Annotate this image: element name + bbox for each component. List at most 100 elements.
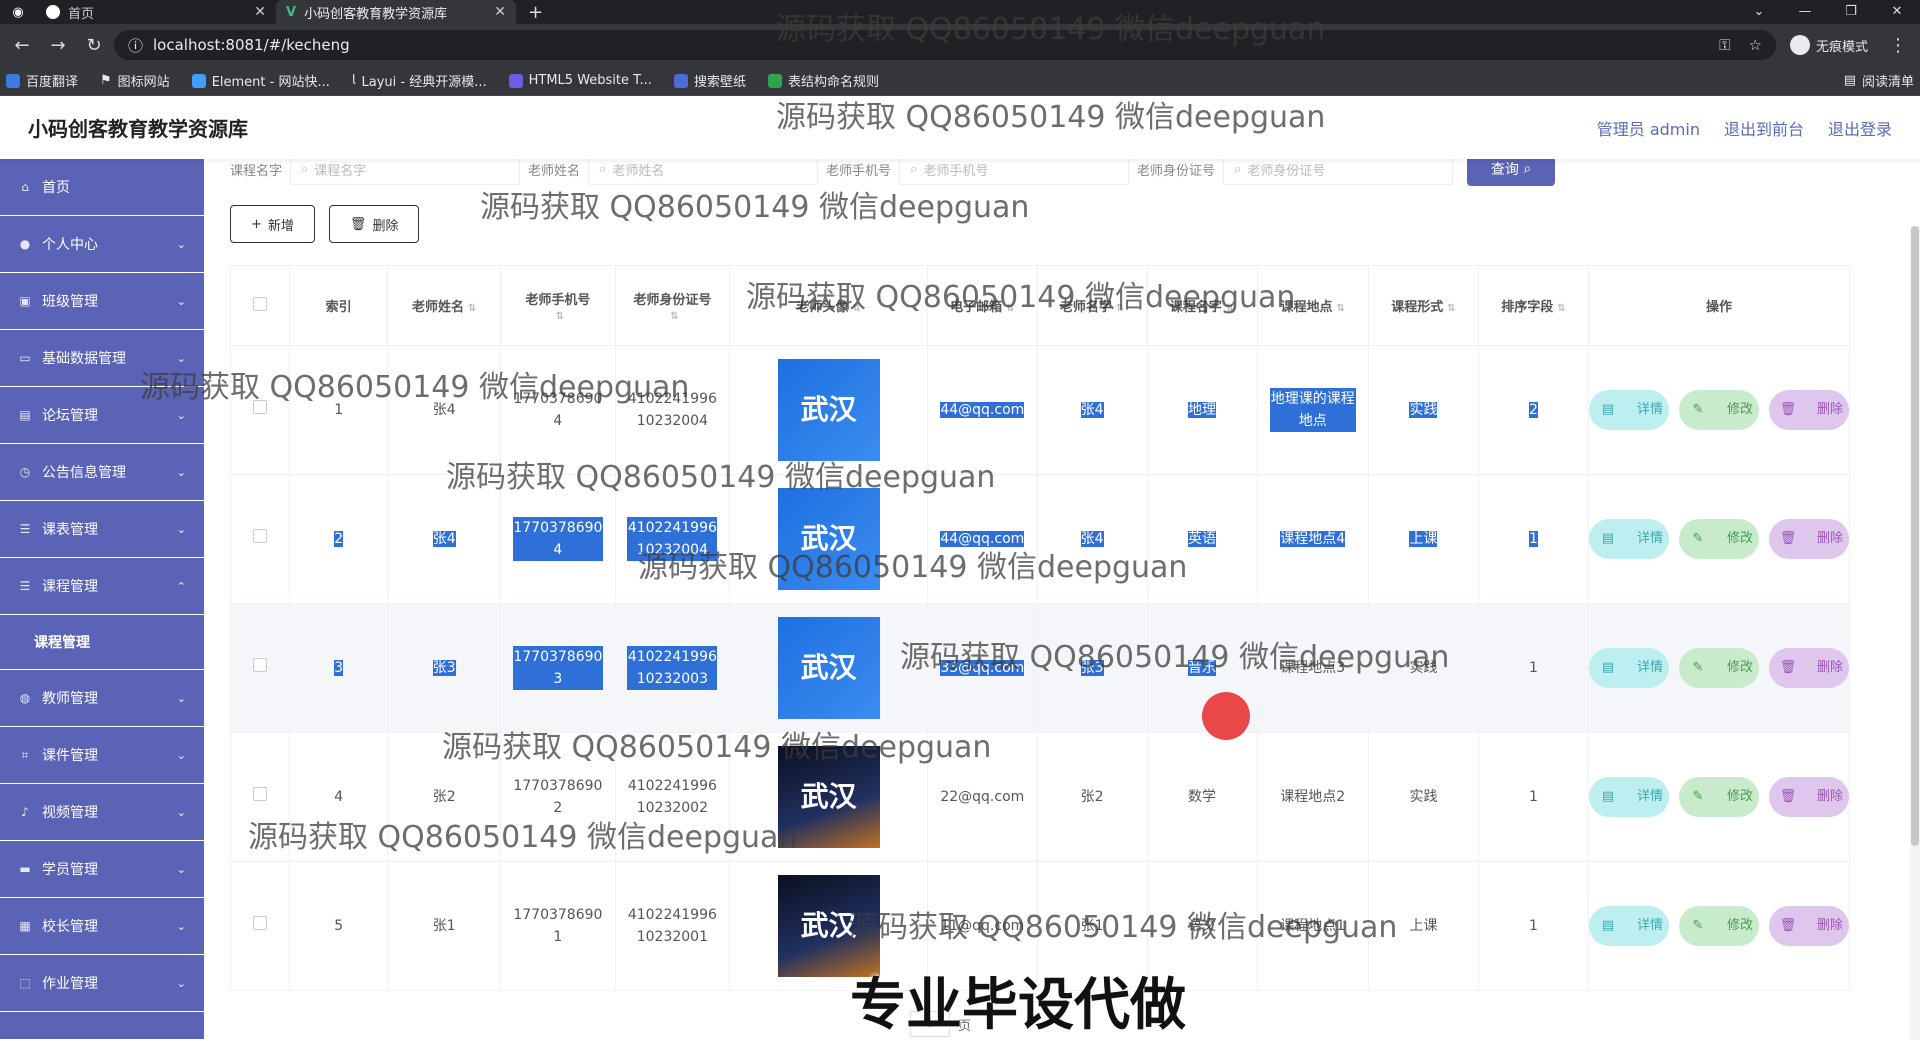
detail-button[interactable]: ▤ 详情 <box>1589 777 1669 817</box>
col-sort[interactable]: 排序字段 ⇅ <box>1477 265 1590 346</box>
row-checkbox[interactable] <box>253 787 268 801</box>
edit-button[interactable]: ✎ 修改 <box>1679 906 1759 946</box>
sort-icon[interactable]: ⇅ <box>1447 303 1455 314</box>
sort-icon[interactable]: ⇅ <box>1337 303 1345 314</box>
bookmark-item[interactable]: 搜索壁纸 <box>673 71 746 90</box>
reading-list[interactable]: ▤ 阅读清单 <box>1844 71 1914 90</box>
col-form[interactable]: 课程形式 ⇅ <box>1367 265 1479 346</box>
forward-icon[interactable]: → <box>42 35 74 56</box>
edit-button[interactable]: ✎ 修改 <box>1679 648 1759 688</box>
sidebar-item-student[interactable]: ▬ 学员管理 ⌄ <box>0 841 204 898</box>
sidebar-item-course[interactable]: ☰ 课程管理 ⌃ <box>0 558 204 615</box>
sort-icon[interactable]: ⇅ <box>1557 303 1565 314</box>
kebab-menu-icon[interactable]: ⋮ <box>1882 35 1914 56</box>
search-input-teacher[interactable]: ⌕ 老师姓名 <box>588 159 819 185</box>
edit-button[interactable]: ✎ 修改 <box>1679 390 1759 430</box>
sidebar-item-forum[interactable]: ▤ 论坛管理 ⌄ <box>0 387 204 444</box>
bookmark-item[interactable]: ⚑ 图标网站 <box>100 71 170 90</box>
star-icon[interactable]: ☆ <box>1749 36 1762 54</box>
delete-button[interactable]: 🗑 删除 <box>1769 648 1849 688</box>
restore-icon[interactable]: ❐ <box>1828 0 1874 24</box>
edit-button[interactable]: ✎ 修改 <box>1679 519 1759 559</box>
row-select[interactable] <box>229 345 291 475</box>
sidebar-item-home[interactable]: ⌂ 首页 <box>0 159 204 216</box>
browser-tab-active[interactable]: V 小码创客教育教学资源库 ✕ <box>276 0 516 24</box>
bookmark-item[interactable]: Element - 网站快... <box>191 71 330 90</box>
front-link[interactable]: 退出到前台 <box>1724 116 1804 140</box>
delete-button[interactable]: 🗑 删除 <box>1769 906 1849 946</box>
sidebar-item-principal[interactable]: ▦ 校长管理 ⌄ <box>0 898 204 955</box>
incognito-indicator[interactable]: 无痕模式 <box>1780 35 1878 55</box>
delete-button[interactable]: 🗑 删除 <box>1769 390 1849 430</box>
sidebar-item-homework[interactable]: ⬚ 作业管理 ⌄ <box>0 955 204 1012</box>
sidebar-item-courseware[interactable]: ⌗ 课件管理 ⌄ <box>0 727 204 784</box>
detail-button[interactable]: ▤ 详情 <box>1589 519 1669 559</box>
browser-menu-icon[interactable]: ◉ <box>0 5 36 20</box>
sort-icon[interactable]: ⇅ <box>1116 303 1124 314</box>
row-select[interactable] <box>229 474 291 604</box>
col-avatar[interactable]: 老师头像 ⇅ <box>729 265 929 346</box>
col-teacher-name2[interactable]: 老师名字 ⇅ <box>1036 265 1148 346</box>
sort-icon[interactable]: ⇅ <box>670 311 678 322</box>
edit-button[interactable]: ✎ 修改 <box>1679 777 1759 817</box>
page-scrollbar[interactable] <box>1910 226 1920 1040</box>
close-window-icon[interactable]: ✕ <box>1874 0 1920 24</box>
search-input-phone[interactable]: ⌕ 老师手机号 <box>899 159 1130 185</box>
sort-icon[interactable]: ⇅ <box>1226 303 1234 314</box>
sidebar-item-class[interactable]: ▣ 班级管理 ⌄ <box>0 273 204 330</box>
new-tab-button[interactable]: + <box>516 2 555 23</box>
batch-delete-button[interactable]: 🗑 删除 <box>328 205 420 243</box>
row-select[interactable] <box>229 732 291 862</box>
search-input-course[interactable]: ⌕ 课程名字 <box>290 159 521 185</box>
row-checkbox[interactable] <box>253 658 268 672</box>
browser-tab-home[interactable]: 首页 ✕ <box>36 0 276 24</box>
detail-button[interactable]: ▤ 详情 <box>1589 390 1669 430</box>
row-checkbox[interactable] <box>253 529 268 543</box>
row-checkbox[interactable] <box>253 400 268 414</box>
col-place[interactable]: 课程地点 ⇅ <box>1256 265 1369 346</box>
minimize-icon[interactable]: — <box>1782 0 1828 24</box>
close-icon[interactable]: ✕ <box>254 4 266 20</box>
query-button[interactable]: 查询 ⌕ <box>1467 159 1556 186</box>
col-course[interactable]: 课程名字 ⇅ <box>1146 265 1258 346</box>
sidebar-item-schedule[interactable]: ☰ 课表管理 ⌄ <box>0 501 204 558</box>
sidebar-item-video[interactable]: ♪ 视频管理 ⌄ <box>0 784 204 841</box>
logout-link[interactable]: 退出登录 <box>1828 116 1892 140</box>
sort-icon[interactable]: ⇅ <box>556 311 564 322</box>
submenu-course-manage[interactable]: 课程管理 <box>0 615 204 670</box>
sort-icon[interactable]: ⇅ <box>468 303 476 314</box>
delete-button[interactable]: 🗑 删除 <box>1769 777 1849 817</box>
col-email[interactable]: 电子邮箱 ⇅ <box>927 265 1038 346</box>
col-idcard[interactable]: 老师身份证号 ⇅ <box>614 265 731 346</box>
delete-button[interactable]: 🗑 删除 <box>1769 519 1849 559</box>
key-icon[interactable]: ⚿ <box>1719 36 1730 54</box>
close-icon[interactable]: ✕ <box>494 4 506 20</box>
tab-search-icon[interactable]: ⌄ <box>1736 0 1782 24</box>
sort-icon[interactable]: ⇅ <box>1006 303 1014 314</box>
sidebar-item-basedata[interactable]: ▭ 基础数据管理 ⌄ <box>0 330 204 387</box>
sort-icon[interactable]: ⇅ <box>852 303 860 314</box>
row-checkbox[interactable] <box>253 916 268 930</box>
select-all-header[interactable] <box>229 265 291 346</box>
url-field[interactable]: ⓘ localhost:8081/#/kecheng ⚿ ☆ <box>114 30 1776 60</box>
bookmark-item[interactable]: 表结构命名规则 <box>767 71 879 90</box>
detail-button[interactable]: ▤ 详情 <box>1589 648 1669 688</box>
search-input-idcard[interactable]: ⌕ 老师身份证号 <box>1223 159 1454 185</box>
info-icon[interactable]: ⓘ <box>128 35 143 56</box>
sidebar-item-notice[interactable]: ◷ 公告信息管理 ⌄ <box>0 444 204 501</box>
admin-link[interactable]: 管理员 admin <box>1597 116 1700 140</box>
sidebar-item-teacher[interactable]: ◍ 教师管理 ⌄ <box>0 670 204 727</box>
row-select[interactable] <box>229 861 291 991</box>
bookmark-item[interactable]: 𝗅 Layui - 经典开源模... <box>352 71 487 90</box>
row-select[interactable] <box>229 603 291 733</box>
sidebar-item-profile[interactable]: ● 个人中心 ⌄ <box>0 216 204 273</box>
col-phone[interactable]: 老师手机号 ⇅ <box>500 265 616 346</box>
add-button[interactable]: + 新增 <box>230 205 315 243</box>
reload-icon[interactable]: ↻ <box>78 35 110 56</box>
col-teacher-name[interactable]: 老师姓名 ⇅ <box>387 265 502 346</box>
bookmark-item[interactable]: HTML5 Website T... <box>508 73 652 88</box>
bookmark-item[interactable]: 百度翻译 <box>6 71 78 90</box>
detail-button[interactable]: ▤ 详情 <box>1589 906 1669 946</box>
back-icon[interactable]: ← <box>6 35 38 56</box>
select-all-checkbox[interactable] <box>253 296 268 311</box>
